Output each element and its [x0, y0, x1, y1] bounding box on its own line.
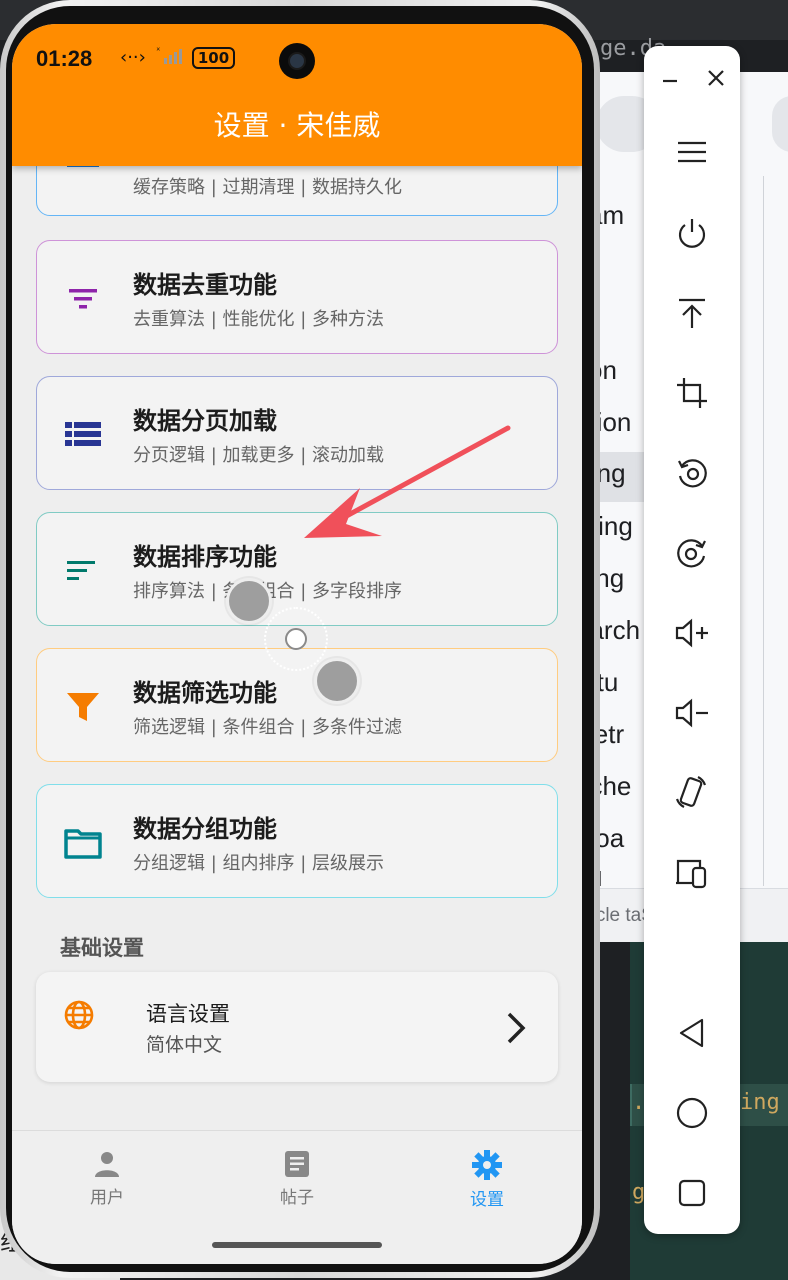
rotate-left-icon[interactable] [668, 449, 716, 497]
front-camera [279, 43, 315, 79]
folder-icon [63, 823, 103, 863]
card-title: 数据筛选功能 [133, 679, 277, 707]
status-time: 01:28 [36, 46, 93, 71]
language-label: 语言设置 [146, 1002, 230, 1026]
chevron-right-icon[interactable] [500, 1008, 530, 1048]
status-icons: ‹··› ˣ 100 [120, 46, 236, 69]
signal-icon: ˣ [156, 46, 182, 69]
settings-list[interactable]: 缓存策略 | 过期清理 | 数据持久化 数据去重功能 去重算法 | 性能优化 |… [12, 24, 582, 1129]
card-subtitle: 去重算法 | 性能优化 | 多种方法 [133, 309, 385, 330]
card-subtitle: 筛选逻辑 | 条件组合 | 多条件过滤 [133, 717, 403, 738]
language-value: 简体中文 [146, 1034, 223, 1056]
nav-label: 设置 [470, 1190, 504, 1210]
page-title: 设置 · 宋佳威 [213, 109, 381, 142]
annotation-arrow [304, 425, 511, 538]
card-title: 数据去重功能 [133, 271, 277, 299]
overview-icon[interactable] [668, 1169, 716, 1217]
touch-point-marker [314, 658, 360, 704]
funnel-icon [63, 687, 103, 727]
nav-label: 帖子 [280, 1188, 314, 1208]
view-list-icon [63, 415, 103, 455]
card-title: 数据分组功能 [133, 815, 277, 843]
dedup-card[interactable]: 数据去重功能 去重算法 | 性能优化 | 多种方法 [36, 240, 558, 354]
ide-divider [763, 176, 764, 886]
home-indicator[interactable] [212, 1242, 382, 1248]
rotate-device-icon[interactable] [668, 769, 716, 817]
menu-icon[interactable] [668, 128, 716, 176]
group-card[interactable]: 数据分组功能 分组逻辑 | 组内排序 | 层级展示 [36, 784, 558, 898]
emulator-toolbar [644, 46, 740, 1234]
minimize-icon[interactable] [646, 54, 694, 102]
gear-icon [472, 1150, 502, 1180]
network-activity-icon: ‹··› [120, 47, 146, 68]
card-subtitle: 分组逻辑 | 组内排序 | 层级展示 [133, 853, 385, 874]
upload-icon[interactable] [668, 289, 716, 337]
multi-device-icon[interactable] [668, 849, 716, 897]
person-icon [95, 1152, 119, 1177]
card-subtitle: 缓存策略 | 过期清理 | 数据持久化 [133, 177, 403, 198]
crop-icon[interactable] [668, 369, 716, 417]
article-icon [285, 1151, 309, 1177]
sort-icon [63, 551, 103, 591]
volume-up-icon[interactable] [668, 609, 716, 657]
touch-center-marker [285, 628, 307, 650]
volume-down-icon[interactable] [668, 689, 716, 737]
close-icon[interactable] [692, 54, 740, 102]
nav-users[interactable]: 用户 [47, 1149, 167, 1208]
power-icon[interactable] [668, 209, 716, 257]
filter-list-icon [63, 279, 103, 319]
touch-point-marker [226, 578, 272, 624]
nav-settings[interactable]: 设置 [427, 1149, 547, 1210]
svg-text:ˣ: ˣ [156, 46, 160, 57]
app-bar: 01:28 ‹··› ˣ 100 设置 · 宋佳威 [12, 24, 582, 166]
card-title: 数据排序功能 [133, 543, 277, 571]
globe-icon [62, 998, 96, 1032]
battery-indicator: 100 [191, 46, 236, 69]
back-icon[interactable] [668, 1009, 716, 1057]
code-fragment: ing [740, 1090, 780, 1115]
nav-label: 用户 [90, 1188, 124, 1208]
section-title-basic: 基础设置 [60, 936, 144, 960]
home-icon[interactable] [668, 1089, 716, 1137]
language-setting-row[interactable]: 语言设置 简体中文 [36, 972, 558, 1082]
card-title: 数据分页加载 [133, 407, 277, 435]
rotate-right-icon[interactable] [668, 529, 716, 577]
nav-posts[interactable]: 帖子 [237, 1149, 357, 1208]
